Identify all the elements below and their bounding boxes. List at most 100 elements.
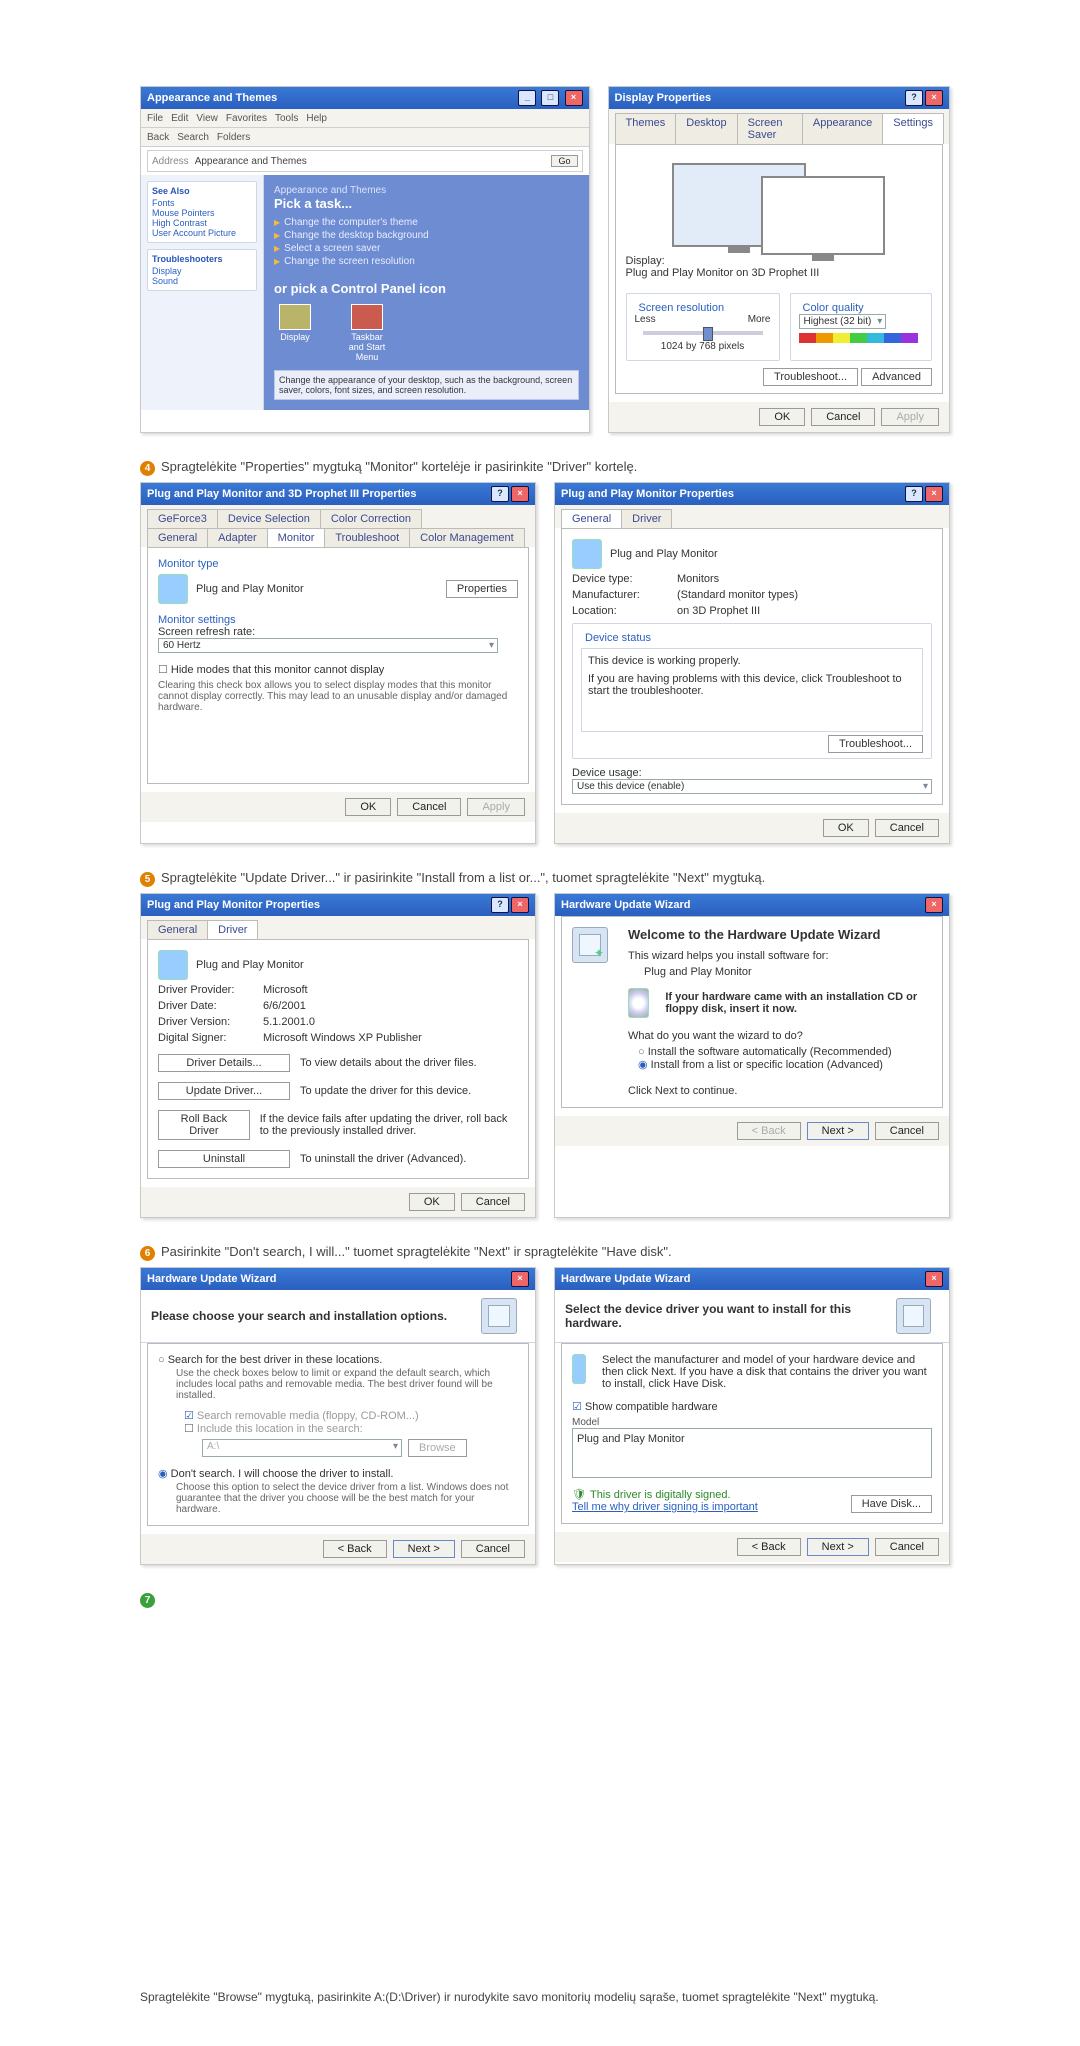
close-icon[interactable]: ×	[565, 90, 583, 106]
tab-general[interactable]: General	[147, 528, 208, 547]
maximize-icon[interactable]: □	[541, 90, 559, 106]
resolution-slider[interactable]	[643, 331, 763, 335]
hide-modes-checkbox[interactable]	[158, 664, 171, 676]
close-icon[interactable]: ×	[925, 486, 943, 502]
menu-help[interactable]: Help	[306, 113, 327, 124]
have-disk-button[interactable]: Have Disk...	[851, 1495, 932, 1513]
tab-troubleshoot[interactable]: Troubleshoot	[324, 528, 410, 547]
rollback-driver-button[interactable]: Roll Back Driver	[158, 1110, 250, 1140]
radio-search[interactable]	[158, 1354, 168, 1366]
back-button[interactable]: < Back	[323, 1540, 387, 1558]
side-link[interactable]: Display	[152, 266, 252, 276]
side-link[interactable]: Sound	[152, 276, 252, 286]
browse-button[interactable]: Browse	[408, 1439, 467, 1457]
tab-monitor[interactable]: Monitor	[267, 528, 326, 547]
tab-deviceselection[interactable]: Device Selection	[217, 509, 321, 528]
update-driver-button[interactable]: Update Driver...	[158, 1082, 290, 1100]
menu-file[interactable]: File	[147, 113, 163, 124]
close-icon[interactable]: ×	[511, 1271, 529, 1287]
cancel-button[interactable]: Cancel	[397, 798, 461, 816]
menu-tools[interactable]: Tools	[275, 113, 298, 124]
help-icon[interactable]: ?	[905, 486, 923, 502]
tab-general[interactable]: General	[561, 509, 622, 528]
task-link[interactable]: Change the screen resolution	[274, 256, 579, 267]
tab-settings[interactable]: Settings	[882, 113, 944, 144]
side-link[interactable]: Mouse Pointers	[152, 208, 252, 218]
color-quality-select[interactable]: Highest (32 bit)	[799, 314, 887, 329]
tab-colormgmt[interactable]: Color Management	[409, 528, 525, 547]
troubleshoot-button[interactable]: Troubleshoot...	[763, 368, 858, 386]
tab-desktop[interactable]: Desktop	[675, 113, 737, 144]
close-icon[interactable]: ×	[511, 486, 529, 502]
minimize-icon[interactable]: _	[518, 90, 536, 106]
path-input[interactable]: A:\	[202, 1439, 402, 1457]
menu-view[interactable]: View	[196, 113, 218, 124]
troubleshoot-button[interactable]: Troubleshoot...	[828, 735, 923, 753]
help-icon[interactable]: ?	[491, 486, 509, 502]
close-icon[interactable]: ×	[925, 90, 943, 106]
cancel-button[interactable]: Cancel	[875, 1538, 939, 1556]
ok-button[interactable]: OK	[759, 408, 805, 426]
tab-driver[interactable]: Driver	[207, 920, 258, 939]
close-icon[interactable]: ×	[925, 897, 943, 913]
compat-checkbox[interactable]	[572, 1401, 585, 1413]
tell-me-link[interactable]: Tell me why driver signing is important	[572, 1501, 758, 1513]
help-icon[interactable]: ?	[491, 897, 509, 913]
check-removable[interactable]	[184, 1410, 197, 1422]
radio-list[interactable]	[638, 1059, 651, 1071]
menu-favorites[interactable]: Favorites	[226, 113, 267, 124]
cancel-button[interactable]: Cancel	[875, 1122, 939, 1140]
model-list[interactable]: Plug and Play Monitor	[572, 1428, 932, 1478]
back-button[interactable]: < Back	[737, 1538, 801, 1556]
device-usage-select[interactable]: Use this device (enable)	[572, 779, 932, 794]
close-icon[interactable]: ×	[511, 897, 529, 913]
tab-adapter[interactable]: Adapter	[207, 528, 268, 547]
next-button[interactable]: Next >	[807, 1538, 869, 1556]
ok-button[interactable]: OK	[345, 798, 391, 816]
help-icon[interactable]: ?	[905, 90, 923, 106]
tab-colorcorrection[interactable]: Color Correction	[320, 509, 422, 528]
tab-themes[interactable]: Themes	[615, 113, 677, 144]
task-link[interactable]: Change the desktop background	[274, 230, 579, 241]
refresh-rate-select[interactable]: 60 Hertz	[158, 638, 498, 653]
folders-button[interactable]: Folders	[217, 132, 250, 143]
ok-button[interactable]: OK	[823, 819, 869, 837]
cancel-button[interactable]: Cancel	[461, 1540, 525, 1558]
ok-button[interactable]: OK	[409, 1193, 455, 1211]
uninstall-button[interactable]: Uninstall	[158, 1150, 290, 1168]
radio-dont-search[interactable]	[158, 1468, 171, 1480]
apply-button[interactable]: Apply	[467, 798, 525, 816]
display-icon[interactable]: Display	[274, 304, 316, 362]
advanced-button[interactable]: Advanced	[861, 368, 932, 386]
apply-button[interactable]: Apply	[881, 408, 939, 426]
tab-general[interactable]: General	[147, 920, 208, 939]
side-link[interactable]: Fonts	[152, 198, 252, 208]
cancel-button[interactable]: Cancel	[461, 1193, 525, 1211]
close-icon[interactable]: ×	[925, 1271, 943, 1287]
cancel-button[interactable]: Cancel	[811, 408, 875, 426]
tab-driver[interactable]: Driver	[621, 509, 672, 528]
taskbar-icon[interactable]: Taskbar and Start Menu	[346, 304, 388, 362]
radio-auto[interactable]	[638, 1046, 648, 1058]
go-button[interactable]: Go	[551, 155, 577, 167]
task-link[interactable]: Change the computer's theme	[274, 217, 579, 228]
wizard-device: Plug and Play Monitor	[644, 966, 932, 978]
properties-button[interactable]: Properties	[446, 580, 518, 598]
tab-screensaver[interactable]: Screen Saver	[737, 113, 803, 144]
back-button[interactable]: Back	[147, 132, 169, 143]
next-button[interactable]: Next >	[807, 1122, 869, 1140]
tab-appearance[interactable]: Appearance	[802, 113, 883, 144]
side-link[interactable]: User Account Picture	[152, 228, 252, 238]
side-link[interactable]: High Contrast	[152, 218, 252, 228]
task-link[interactable]: Select a screen saver	[274, 243, 579, 254]
search-button[interactable]: Search	[177, 132, 209, 143]
address-bar[interactable]: Address Appearance and Themes Go	[147, 150, 583, 172]
cancel-button[interactable]: Cancel	[875, 819, 939, 837]
model-list-item[interactable]: Plug and Play Monitor	[577, 1433, 685, 1445]
check-location[interactable]	[184, 1423, 197, 1435]
back-button[interactable]: < Back	[737, 1122, 801, 1140]
tab-geforce[interactable]: GeForce3	[147, 509, 218, 528]
menu-edit[interactable]: Edit	[171, 113, 188, 124]
driver-details-button[interactable]: Driver Details...	[158, 1054, 290, 1072]
next-button[interactable]: Next >	[393, 1540, 455, 1558]
